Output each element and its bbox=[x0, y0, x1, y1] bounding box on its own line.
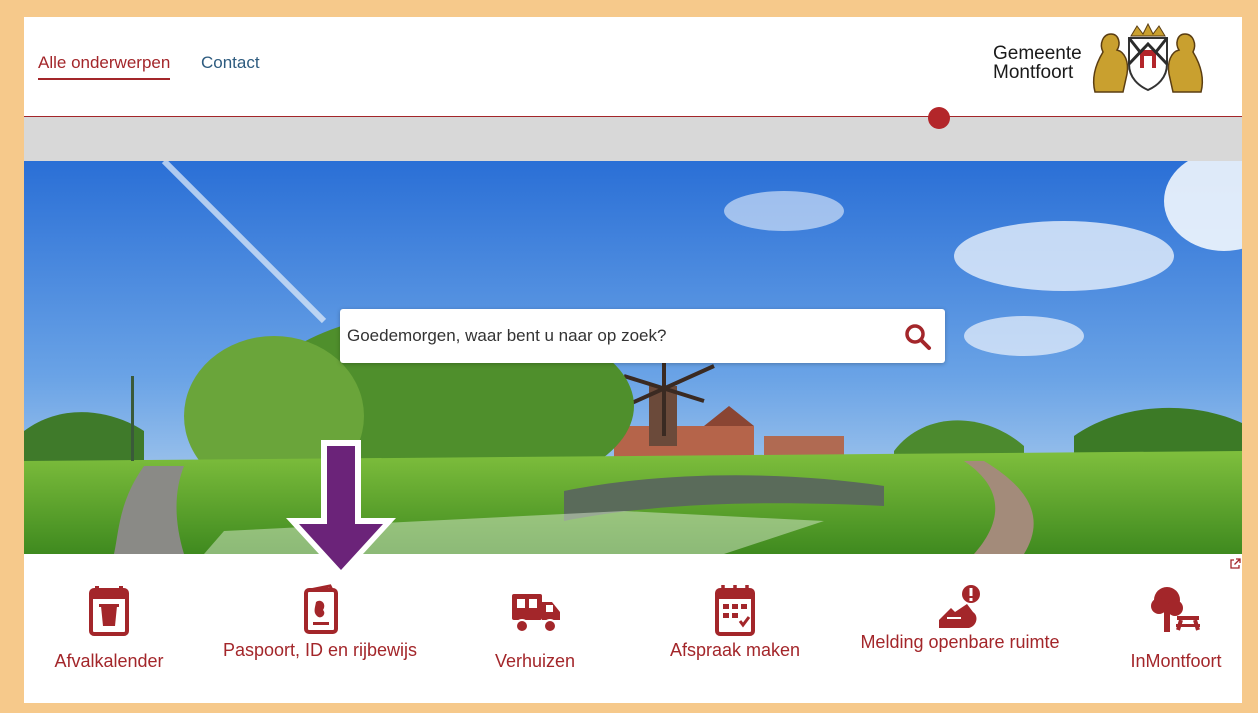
header-dot-marker bbox=[928, 107, 950, 129]
calendar-bin-icon bbox=[89, 586, 129, 636]
report-public-space-icon bbox=[939, 585, 980, 628]
tile-verhuizen[interactable]: Verhuizen bbox=[435, 554, 635, 703]
calendar-check-icon bbox=[715, 585, 755, 636]
tree-bench-icon bbox=[1151, 587, 1200, 632]
tile-label: Afspraak maken bbox=[669, 640, 801, 660]
tile-label: InMontfoort bbox=[1130, 651, 1222, 671]
quick-links: Afvalkalender Paspoort, ID en rijbewijs bbox=[24, 554, 1242, 703]
logo-line-2: Montfoort bbox=[993, 62, 1074, 83]
page-frame: Alle onderwerpen Contact Gemeente Montfo… bbox=[24, 17, 1242, 703]
tile-melding-openbare-ruimte[interactable]: Melding openbare ruimte bbox=[860, 554, 1060, 703]
header: Alle onderwerpen Contact Gemeente Montfo… bbox=[24, 17, 1242, 117]
tile-label: Paspoort, ID en rijbewijs bbox=[222, 640, 418, 660]
nav-contact[interactable]: Contact bbox=[201, 53, 260, 73]
tile-label: Afvalkalender bbox=[54, 651, 164, 671]
passport-icon bbox=[304, 584, 338, 634]
search-bar bbox=[340, 309, 945, 363]
header-band bbox=[24, 117, 1242, 161]
nav-alle-onderwerpen[interactable]: Alle onderwerpen bbox=[38, 53, 171, 80]
logo-line-1: Gemeente bbox=[993, 43, 1082, 64]
annotation-arrow-icon bbox=[286, 440, 396, 578]
search-input[interactable] bbox=[340, 309, 890, 363]
tile-label: Verhuizen bbox=[494, 651, 576, 671]
tile-afspraak-maken[interactable]: Afspraak maken bbox=[635, 554, 835, 703]
moving-truck-icon bbox=[512, 594, 560, 633]
municipality-logo-text[interactable]: Gemeente Montfoort bbox=[993, 44, 1082, 82]
tile-afvalkalender[interactable]: Afvalkalender bbox=[24, 554, 209, 703]
tile-inmontfoort[interactable]: InMontfoort bbox=[1076, 554, 1242, 703]
tile-label: Melding openbare ruimte bbox=[860, 633, 1060, 652]
search-icon[interactable] bbox=[903, 322, 933, 352]
coat-of-arms-icon[interactable] bbox=[1089, 22, 1207, 96]
